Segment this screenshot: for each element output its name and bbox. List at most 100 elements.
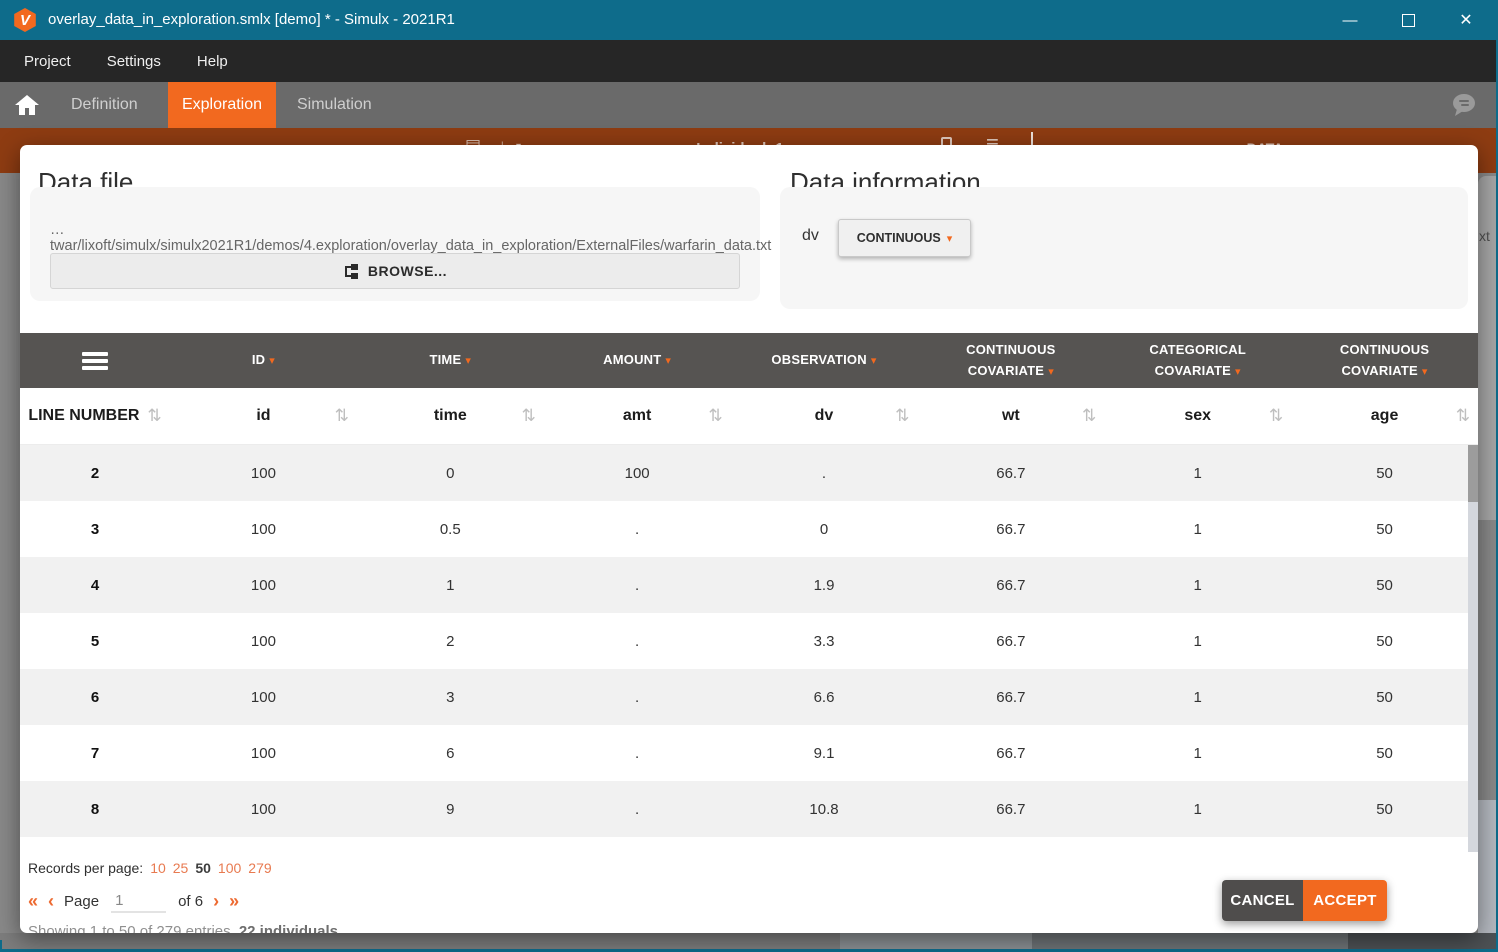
- table-scrollbar[interactable]: [1468, 445, 1478, 852]
- column-type-amount[interactable]: AMOUNT▾: [544, 350, 731, 370]
- records-option-10[interactable]: 10: [150, 860, 166, 876]
- first-page-icon[interactable]: «: [28, 891, 38, 912]
- menu-project[interactable]: Project: [24, 53, 71, 70]
- menu-help[interactable]: Help: [197, 53, 228, 70]
- cell: 66.7: [917, 633, 1104, 650]
- last-page-icon[interactable]: »: [229, 891, 239, 912]
- column-age: age⇅: [1291, 388, 1478, 444]
- cell: 0.5: [357, 521, 544, 538]
- cell: 3: [357, 689, 544, 706]
- column-id: id⇅: [170, 388, 357, 444]
- cell: 1: [1104, 689, 1291, 706]
- tab-exploration[interactable]: Exploration: [168, 82, 276, 128]
- individuals-count: 22 individuals: [239, 923, 338, 933]
- browse-label: BROWSE...: [368, 263, 447, 279]
- cell: 50: [1291, 801, 1478, 818]
- caret-down-icon: ▾: [465, 355, 471, 367]
- sort-icon[interactable]: ⇅: [1456, 406, 1470, 426]
- cell: .: [544, 577, 731, 594]
- columns-menu-button[interactable]: [20, 349, 170, 373]
- cell: 1: [357, 577, 544, 594]
- dialog-actions: CANCEL ACCEPT: [1222, 880, 1387, 921]
- cell: 100: [170, 521, 357, 538]
- close-button[interactable]: ✕: [1443, 0, 1489, 40]
- sort-icon[interactable]: ⇅: [521, 406, 535, 426]
- app-logo-icon: V: [13, 8, 37, 32]
- records-per-page: Records per page: 10 25 50 100 279: [28, 860, 272, 876]
- caret-down-icon: ▾: [1048, 366, 1054, 378]
- sort-icon[interactable]: ⇅: [147, 406, 161, 426]
- backdrop-text-fragment: xt: [1479, 228, 1490, 244]
- cancel-button[interactable]: CANCEL: [1222, 880, 1303, 921]
- records-label: Records per page:: [28, 860, 143, 876]
- home-button[interactable]: [14, 93, 42, 117]
- previous-page-icon[interactable]: ‹: [48, 891, 54, 912]
- cell: 66.7: [917, 801, 1104, 818]
- sort-icon[interactable]: ⇅: [1082, 406, 1096, 426]
- cell: 6: [357, 745, 544, 762]
- cell: 100: [170, 633, 357, 650]
- page-label: Page: [64, 893, 99, 910]
- sort-icon[interactable]: ⇅: [335, 406, 349, 426]
- sort-icon[interactable]: ⇅: [895, 406, 909, 426]
- line-number-cell: 8: [20, 801, 170, 818]
- scrollbar-thumb[interactable]: [1468, 445, 1478, 502]
- hamburger-icon: [82, 349, 108, 373]
- window-title: overlay_data_in_exploration.smlx [demo] …: [48, 11, 455, 28]
- records-option-279[interactable]: 279: [248, 860, 271, 876]
- line-number-cell: 4: [20, 577, 170, 594]
- table-column-header: LINE NUMBER⇅ id⇅ time⇅ amt⇅ dv⇅ wt⇅ sex⇅…: [20, 388, 1478, 445]
- chat-icon[interactable]: [1448, 91, 1480, 124]
- column-type-categorical-covariate[interactable]: CATEGORICAL COVARIATE▾: [1104, 340, 1291, 380]
- data-information-panel: dv CONTINUOUS ▾: [780, 187, 1468, 309]
- cell: 100: [170, 745, 357, 762]
- sort-icon[interactable]: ⇅: [708, 406, 722, 426]
- cell: .: [731, 465, 918, 482]
- column-type-id[interactable]: ID▾: [170, 350, 357, 370]
- page-count-label: of 6: [178, 893, 203, 910]
- caret-down-icon: ▾: [1235, 366, 1241, 378]
- tab-bar: Definition Exploration Simulation: [0, 82, 1498, 128]
- column-time: time⇅: [357, 388, 544, 444]
- browse-button[interactable]: BROWSE...: [50, 253, 740, 289]
- cell: 1: [1104, 801, 1291, 818]
- cell: 9.1: [731, 745, 918, 762]
- maximize-button[interactable]: [1385, 0, 1431, 40]
- cell: 100: [544, 465, 731, 482]
- records-option-50[interactable]: 50: [195, 860, 211, 876]
- menu-settings[interactable]: Settings: [107, 53, 161, 70]
- next-page-icon[interactable]: ›: [213, 891, 219, 912]
- cell: 66.7: [917, 745, 1104, 762]
- page-input[interactable]: [111, 890, 166, 913]
- cell: 50: [1291, 689, 1478, 706]
- dv-type-dropdown[interactable]: CONTINUOUS ▾: [838, 219, 971, 257]
- table-group-header: ID▾ TIME▾ AMOUNT▾ OBSERVATION▾ CONTINUOU…: [20, 333, 1478, 388]
- table-row: 2 100 0 100 . 66.7 1 50: [20, 445, 1478, 501]
- cell: 0: [731, 521, 918, 538]
- records-option-100[interactable]: 100: [218, 860, 241, 876]
- cell: 9: [357, 801, 544, 818]
- cell: 66.7: [917, 689, 1104, 706]
- line-number-cell: 5: [20, 633, 170, 650]
- column-type-observation[interactable]: OBSERVATION▾: [731, 350, 918, 370]
- title-bar: V overlay_data_in_exploration.smlx [demo…: [0, 0, 1498, 40]
- column-dv: dv⇅: [731, 388, 918, 444]
- column-type-continuous-covariate-2[interactable]: CONTINUOUS COVARIATE▾: [1291, 340, 1478, 380]
- caret-down-icon: ▾: [871, 355, 877, 367]
- column-type-continuous-covariate[interactable]: CONTINUOUS COVARIATE▾: [917, 340, 1104, 380]
- sort-icon[interactable]: ⇅: [1269, 406, 1283, 426]
- column-sex: sex⇅: [1104, 388, 1291, 444]
- tab-simulation[interactable]: Simulation: [297, 82, 372, 128]
- cell: 50: [1291, 465, 1478, 482]
- cell: .: [544, 745, 731, 762]
- cell: 100: [170, 689, 357, 706]
- accept-button[interactable]: ACCEPT: [1303, 880, 1387, 921]
- line-number-cell: 2: [20, 465, 170, 482]
- records-option-25[interactable]: 25: [173, 860, 189, 876]
- column-type-time[interactable]: TIME▾: [357, 350, 544, 370]
- cell: 1: [1104, 745, 1291, 762]
- minimize-button[interactable]: —: [1327, 0, 1373, 40]
- tab-definition[interactable]: Definition: [71, 82, 138, 128]
- table-row-partial: [20, 837, 1478, 851]
- table-row: 3 100 0.5 . 0 66.7 1 50: [20, 501, 1478, 557]
